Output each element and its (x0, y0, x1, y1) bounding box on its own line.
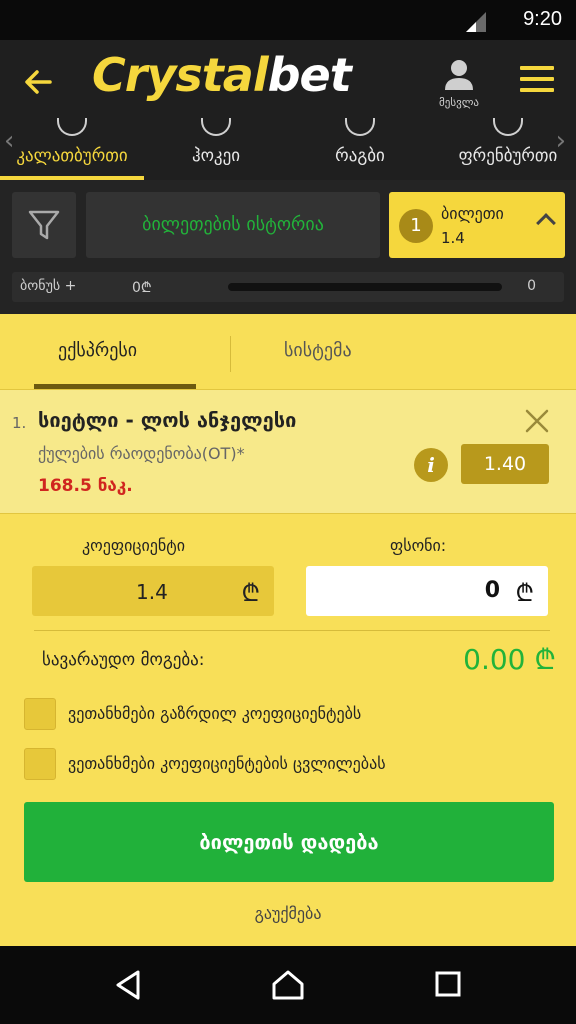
selection-number: 1. (12, 414, 27, 432)
tab-basketball[interactable]: კალათბურთი (0, 118, 144, 180)
stake-input[interactable]: 0 ₾ (306, 566, 548, 616)
lari-icon: ₾ (515, 579, 534, 607)
tab-hockey[interactable]: ჰოკეი (156, 118, 276, 180)
hockey-icon (201, 118, 231, 136)
stake-value: 0 (484, 578, 500, 603)
sport-tabs: ‹ კალათბურთი ჰოკეი რაგბი ფრენბურთი › (0, 118, 576, 180)
close-icon[interactable] (524, 408, 550, 434)
divider (34, 630, 550, 631)
bet-type-tabs: ექსპრესი სისტემა (0, 314, 576, 390)
back-triangle-icon[interactable] (112, 968, 146, 1002)
tab-express[interactable]: ექსპრესი (58, 340, 137, 361)
tickets-label: ბილეთი (441, 204, 504, 223)
bonus-progress-track (228, 283, 502, 291)
possible-win-value: 0.00 ₾ (463, 643, 556, 676)
chevron-up-icon (536, 213, 556, 233)
checkbox-label: ვეთანხმები გაზრდილ კოეფიციენტებს (68, 704, 362, 723)
status-bar: 9:20 (0, 0, 576, 40)
possible-win-label: სავარაუდო მოგება: (42, 650, 205, 670)
logo-suffix: bet (267, 48, 352, 102)
user-icon (445, 60, 473, 90)
login-label: მესვლა (438, 96, 479, 109)
chevron-right-icon[interactable]: › (556, 126, 566, 156)
checkbox[interactable] (24, 698, 56, 730)
home-icon[interactable] (270, 968, 306, 1002)
coefficient-value: 1.4 (136, 580, 168, 604)
funnel-icon (28, 210, 60, 240)
back-arrow-icon[interactable] (20, 64, 56, 100)
tickets-count-badge: 1 (399, 209, 433, 243)
checkbox-label: ვეთანხმები კოეფიციენტების ცვლილებას (68, 754, 386, 773)
tickets-toggle-button[interactable]: 1 ბილეთი 1.4 (389, 192, 565, 258)
bet-slip: ექსპრესი სისტემა 1. სიეტლი - ლოს ანჯელეს… (0, 314, 576, 946)
system-nav-bar (0, 946, 576, 1024)
tab-divider (230, 336, 231, 372)
slip-toolbar: ბილეთების ისტორია 1 ბილეთი 1.4 ბონუს + 0… (0, 180, 576, 314)
ticket-history-button[interactable]: ბილეთების ისტორია (86, 192, 380, 258)
tab-label: კალათბურთი (16, 146, 128, 166)
selection-odd: 1.40 (461, 444, 549, 484)
info-icon[interactable]: i (414, 448, 448, 482)
stake-label: ფსონი: (390, 536, 447, 555)
tab-system[interactable]: სისტემა (284, 340, 352, 361)
cancel-button[interactable]: გაუქმება (0, 904, 576, 923)
bonus-value: 0₾ (132, 280, 152, 296)
active-tab-indicator (34, 384, 196, 389)
bonus-bar: ბონუს + 0₾ 0 (12, 272, 564, 302)
volleyball-icon (493, 118, 523, 136)
hamburger-menu-icon[interactable] (520, 66, 554, 96)
crystalbet-logo: Crystalbet (92, 48, 352, 102)
tab-label: ჰოკეი (191, 146, 241, 166)
rugby-icon (345, 118, 375, 136)
clock: 9:20 (523, 8, 562, 30)
bonus-end-value: 0 (527, 278, 536, 294)
match-name: სიეტლი - ლოს ანჯელესი (38, 408, 297, 432)
filter-button[interactable] (12, 192, 76, 258)
app-header: Crystalbet მესვლა (0, 40, 576, 122)
signal-icon (466, 12, 486, 32)
lari-icon: ₾ (241, 579, 260, 607)
bonus-label: ბონუს + (20, 278, 77, 294)
tickets-value: 1.4 (441, 229, 465, 247)
tab-label: რაგბი (335, 146, 385, 166)
tab-rugby[interactable]: რაგბი (302, 118, 418, 180)
bet-selection: 1. სიეტლი - ლოს ანჯელესი ქულების რაოდენო… (0, 390, 576, 514)
login-button[interactable]: მესვლა (432, 58, 486, 109)
market-line: 168.5 ნაკ. (38, 476, 133, 496)
coefficient-label: კოეფიციენტი (82, 536, 186, 555)
recents-square-icon[interactable] (432, 968, 464, 1000)
place-bet-button[interactable]: ბილეთის დადება (24, 802, 554, 882)
coefficient-field: 1.4 ₾ (32, 566, 274, 616)
basketball-icon (57, 118, 87, 136)
logo-main: Crystal (92, 48, 269, 102)
checkbox[interactable] (24, 748, 56, 780)
market-name: ქულების რაოდენობა(OT)* (38, 444, 245, 463)
